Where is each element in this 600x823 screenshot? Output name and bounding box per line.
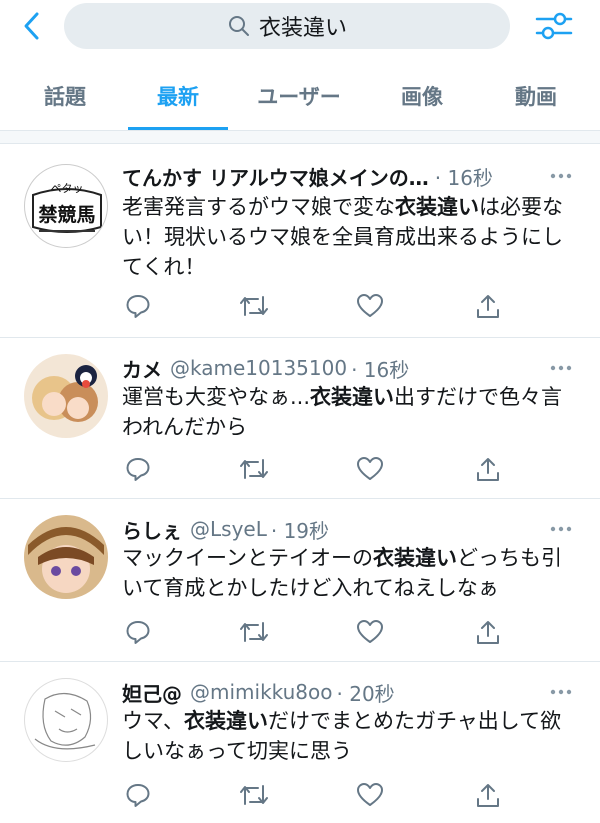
search-header: 衣装違い	[0, 0, 600, 52]
tab-latest[interactable]: 最新	[128, 62, 228, 130]
heart-icon	[357, 783, 383, 806]
avatar[interactable]	[24, 515, 108, 599]
share-icon	[477, 621, 499, 644]
tweet-actions	[122, 616, 582, 648]
tweet-text: 運営も大変やなぁ...衣装違い出すだけで色々言われんだから	[122, 385, 563, 439]
retweet-button[interactable]	[238, 616, 270, 648]
more-button[interactable]	[548, 166, 574, 186]
timestamp[interactable]: · 16秒	[435, 162, 493, 191]
search-highlight: 衣装違い	[372, 546, 457, 570]
reply-button[interactable]	[122, 779, 154, 811]
section-gap	[0, 131, 600, 143]
retweet-icon	[240, 459, 268, 479]
reply-icon	[126, 621, 150, 644]
chevron-left-icon	[24, 12, 39, 40]
search-highlight: 衣装違い	[183, 709, 268, 733]
user-handle[interactable]: @kame10135100	[170, 356, 347, 380]
share-button[interactable]	[472, 453, 504, 485]
retweet-button[interactable]	[238, 290, 270, 322]
tweet-header: らしぇ @LsyeL · 19秒	[122, 513, 329, 545]
tweet-item[interactable]: ペタッ 禁競馬 てんかす リアルウマ娘メインの… · 16秒 老害発言するがウマ…	[0, 144, 600, 338]
share-icon	[477, 295, 499, 318]
retweet-icon	[240, 785, 268, 805]
user-handle[interactable]: @mimikku8oo	[190, 680, 333, 704]
tab-photos[interactable]: 画像	[370, 62, 474, 130]
share-button[interactable]	[472, 779, 504, 811]
retweet-icon	[240, 622, 268, 642]
filter-sliders-icon	[535, 12, 573, 40]
share-icon	[477, 784, 499, 807]
more-dots-icon	[550, 173, 572, 179]
tweet-text: マックイーンとテイオーの衣装違いどっちも引いて育成とかしたけど入れてねえしなぁ	[122, 546, 562, 600]
tab-videos[interactable]: 動画	[482, 62, 590, 130]
timestamp[interactable]: · 16秒	[351, 354, 409, 383]
search-highlight: 衣装違い	[395, 195, 479, 219]
more-dots-icon	[550, 689, 572, 695]
display-name[interactable]: てんかす リアルウマ娘メインの…	[122, 162, 429, 191]
tab-top[interactable]: 話題	[10, 62, 120, 130]
avatar[interactable]: ペタッ 禁競馬	[24, 164, 108, 248]
back-button[interactable]	[14, 8, 50, 44]
display-name[interactable]: らしぇ	[122, 515, 182, 544]
filter-button[interactable]	[534, 8, 574, 44]
retweet-button[interactable]	[238, 779, 270, 811]
timestamp[interactable]: · 19秒	[271, 515, 329, 544]
svg-text:ペタッ: ペタッ	[51, 182, 84, 195]
tweet-actions	[122, 453, 582, 485]
reply-button[interactable]	[122, 616, 154, 648]
tweet-actions	[122, 290, 582, 322]
more-button[interactable]	[548, 682, 574, 702]
search-icon	[227, 14, 251, 38]
heart-icon	[357, 457, 383, 480]
tweet-text: ウマ、衣装違いだけでまとめたガチャ出して欲しいなぁって切実に思う	[122, 709, 562, 763]
like-button[interactable]	[354, 779, 386, 811]
tweet-actions	[122, 779, 582, 811]
reply-icon	[126, 458, 150, 481]
tweet-text: 老害発言するがウマ娘で変な衣装違いは必要ない！現状いるウマ娘を全員育成出来るよう…	[122, 195, 563, 279]
reply-icon	[126, 295, 150, 318]
more-button[interactable]	[548, 519, 574, 539]
reply-button[interactable]	[122, 453, 154, 485]
more-dots-icon	[550, 365, 572, 371]
reply-button[interactable]	[122, 290, 154, 322]
retweet-icon	[240, 296, 268, 316]
search-tabs: 話題 最新 ユーザー 画像 動画	[0, 62, 600, 130]
user-handle[interactable]: @LsyeL	[190, 517, 267, 541]
search-query: 衣装違い	[258, 16, 347, 41]
share-button[interactable]	[472, 290, 504, 322]
avatar[interactable]	[24, 678, 108, 762]
tweet-header: カメ @kame10135100 · 16秒	[122, 352, 409, 384]
like-button[interactable]	[354, 453, 386, 485]
search-highlight: 衣装違い	[310, 385, 395, 409]
heart-icon	[357, 294, 383, 317]
tweet-item[interactable]: らしぇ @LsyeL · 19秒 マックイーンとテイオーの衣装違いどっちも引いて…	[0, 499, 600, 662]
more-dots-icon	[550, 526, 572, 532]
heart-icon	[357, 620, 383, 643]
search-input[interactable]: 衣装違い	[64, 3, 510, 49]
tweet-header: 妲己@ @mimikku8oo · 20秒	[122, 676, 395, 708]
like-button[interactable]	[354, 616, 386, 648]
like-button[interactable]	[354, 290, 386, 322]
more-button[interactable]	[548, 358, 574, 378]
display-name[interactable]: カメ	[122, 354, 162, 383]
tweet-header: てんかす リアルウマ娘メインの… · 16秒	[122, 160, 493, 192]
share-button[interactable]	[472, 616, 504, 648]
tab-people[interactable]: ユーザー	[236, 62, 362, 130]
reply-icon	[126, 784, 150, 807]
retweet-button[interactable]	[238, 453, 270, 485]
avatar[interactable]	[24, 354, 108, 438]
tweet-item[interactable]: カメ @kame10135100 · 16秒 運営も大変やなぁ...衣装違い出す…	[0, 338, 600, 499]
tweet-item[interactable]: 妲己@ @mimikku8oo · 20秒 ウマ、衣装違いだけでまとめたガチャ出…	[0, 662, 600, 823]
display-name[interactable]: 妲己@	[122, 678, 182, 707]
share-icon	[477, 458, 499, 481]
timestamp[interactable]: · 20秒	[337, 678, 395, 707]
svg-text:禁競馬: 禁競馬	[38, 203, 95, 226]
